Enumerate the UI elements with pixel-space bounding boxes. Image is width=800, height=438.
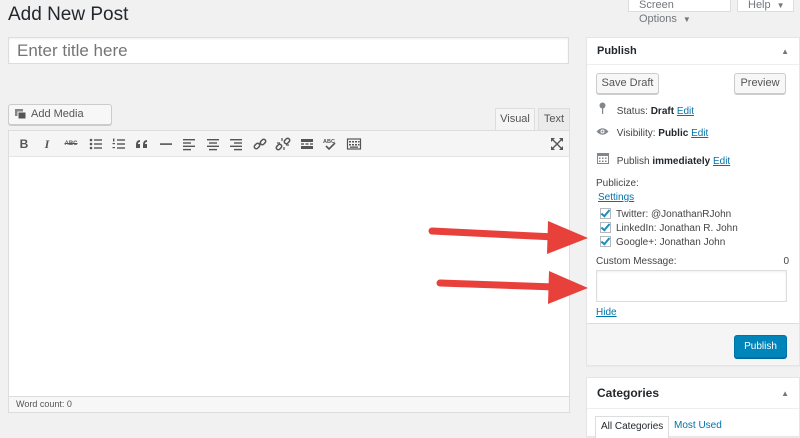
media-icon (15, 109, 27, 120)
bold-icon[interactable]: B (16, 136, 32, 152)
screen-options-label: Screen Options (639, 0, 677, 25)
publish-box-header[interactable]: Publish ▲ (587, 38, 799, 65)
save-draft-button[interactable]: Save Draft (596, 73, 659, 94)
publish-button[interactable]: Publish (734, 335, 787, 358)
publicize-account-linkedin[interactable]: LinkedIn: Jonathan R. John (600, 222, 738, 235)
publicize-settings-link[interactable]: Settings (598, 192, 634, 203)
edit-status-link[interactable]: Edit (677, 106, 694, 117)
screen-options-button[interactable]: Screen Options ▼ (628, 0, 731, 25)
post-title-input[interactable] (8, 37, 569, 64)
categories-box: Categories ▲ All Categories Most Used (586, 377, 800, 438)
align-center-icon[interactable] (205, 136, 221, 152)
word-count: Word count: 0 (8, 396, 570, 413)
tab-all-categories[interactable]: All Categories (595, 416, 670, 438)
add-media-button[interactable]: Add Media (8, 104, 112, 125)
strikethrough-icon[interactable]: ABC (62, 136, 80, 152)
schedule-value: immediately (652, 156, 711, 167)
preview-button[interactable]: Preview (734, 73, 786, 94)
collapse-arrow-icon[interactable]: ▲ (781, 378, 789, 409)
eye-icon (596, 127, 609, 139)
tab-text[interactable]: Text (538, 108, 570, 130)
tab-most-used[interactable]: Most Used (669, 416, 727, 438)
account-label: LinkedIn: Jonathan R. John (616, 223, 738, 234)
editor-toolbar: B I ABC ABC (8, 130, 570, 157)
status-value: Draft (650, 106, 675, 117)
tab-visual[interactable]: Visual (495, 108, 535, 130)
edit-schedule-link[interactable]: Edit (713, 156, 730, 167)
toolbar-toggle-icon[interactable] (346, 136, 362, 152)
spellcheck-icon[interactable]: ABC (322, 136, 338, 152)
bullet-list-icon[interactable] (88, 136, 104, 152)
page-title: Add New Post (8, 4, 129, 25)
checkbox-checked[interactable] (600, 208, 611, 219)
numbered-list-icon[interactable] (111, 136, 127, 152)
schedule-row: Publish immediately Edit (596, 152, 730, 167)
horizontal-line-icon[interactable] (158, 136, 174, 152)
custom-message-textarea[interactable] (596, 270, 787, 302)
custom-message-counter: 0 (783, 256, 789, 267)
visibility-value: Public (658, 128, 689, 139)
account-label: Twitter: @JonathanRJohn (616, 209, 732, 220)
publish-box-title: Publish (597, 45, 637, 57)
fullscreen-icon[interactable] (549, 136, 565, 152)
custom-message-label: Custom Message: (596, 256, 677, 267)
status-row: Status: Draft Edit (596, 102, 694, 117)
read-more-icon[interactable] (299, 136, 315, 152)
align-right-icon[interactable] (228, 136, 244, 152)
edit-visibility-link[interactable]: Edit (691, 128, 708, 139)
checkbox-checked[interactable] (600, 222, 611, 233)
calendar-icon (596, 152, 609, 167)
publish-box: Publish ▲ Save Draft Preview Status: Dra… (586, 37, 800, 366)
blockquote-icon[interactable] (134, 136, 150, 152)
categories-box-header[interactable]: Categories ▲ (587, 378, 799, 409)
status-label: Status: (616, 106, 648, 117)
link-icon[interactable] (252, 136, 268, 152)
chevron-down-icon: ▼ (776, 1, 785, 10)
pin-icon (596, 102, 609, 117)
categories-box-title: Categories (597, 386, 660, 400)
checkbox-checked[interactable] (600, 236, 611, 247)
account-label: Google+: Jonathan John (616, 237, 726, 248)
publish-actions: Publish (587, 323, 799, 365)
visibility-row: Visibility: Public Edit (596, 127, 708, 139)
editor-content-area[interactable] (8, 157, 570, 396)
hide-publicize-link[interactable]: Hide (596, 307, 617, 318)
publicize-account-twitter[interactable]: Twitter: @JonathanRJohn (600, 208, 731, 221)
chevron-down-icon: ▼ (682, 15, 691, 24)
help-label: Help (748, 0, 771, 11)
visibility-label: Visibility: (616, 128, 656, 139)
publicize-label: Publicize: (596, 178, 639, 189)
italic-icon[interactable]: I (39, 136, 55, 152)
schedule-label: Publish (616, 156, 650, 167)
collapse-arrow-icon[interactable]: ▲ (781, 38, 789, 65)
add-media-label: Add Media (31, 108, 84, 120)
unlink-icon[interactable] (275, 136, 291, 152)
align-left-icon[interactable] (181, 136, 197, 152)
publicize-account-googleplus[interactable]: Google+: Jonathan John (600, 236, 725, 249)
help-button[interactable]: Help ▼ (737, 0, 794, 12)
